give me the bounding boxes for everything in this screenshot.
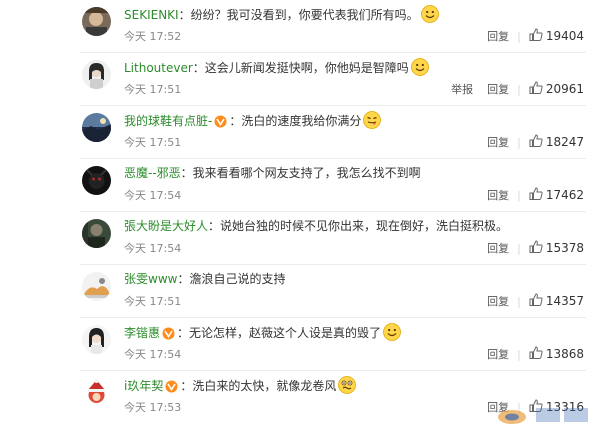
comment-body: ：纷纷？我可没看到，你要代表我们所有吗。 [178,8,419,22]
thumbs-up-icon [529,187,543,203]
smile-emoji-icon [383,323,401,341]
separator: | [517,294,521,308]
comment-actions: 回复 | 18247 [473,134,584,150]
comment-time: 今天 17:51 [124,295,182,308]
comment-actions: 回复 | 17462 [473,187,584,203]
comment-body: ：说她台独的时候不见你出来，现在倒好，洗白挺积极。 [208,219,509,233]
thumbs-up-icon [529,346,543,362]
like-button[interactable]: 13868 [529,346,584,362]
vip-badge-icon [164,380,179,398]
tongue-emoji-icon [363,111,382,129]
username-link[interactable]: 張大盼是大好人 [124,219,208,233]
like-button[interactable]: 20961 [529,81,584,97]
comment-item: 张雯www：澹浪自己说的支持 今天 17:51 回复 | 14357 [0,265,596,318]
comment-text: 恶魔--邪恶：我来看看哪个网友支持了，我怎么找不到啊 [124,164,421,182]
like-count: 20961 [545,82,584,96]
comment-actions: 回复 | 14357 [473,293,584,309]
comment-actions: 举报 回复 | 20961 [437,81,584,97]
thumbs-up-icon [529,293,543,309]
like-count: 17462 [545,188,584,202]
comment-actions: 回复 | 15378 [473,240,584,256]
reply-button[interactable]: 回复 [487,240,509,256]
reply-button[interactable]: 回复 [487,346,509,362]
like-count: 13868 [545,347,584,361]
username-link[interactable]: 张雯www [124,272,177,286]
comment-body: ：洗白来的太快，就像龙卷风 [180,379,337,393]
comment-item: SEKIENKI：纷纷？我可没看到，你要代表我们所有吗。 今天 17:52 回复… [0,0,596,53]
thumbs-up-icon [529,28,543,44]
reply-button[interactable]: 回复 [487,28,509,44]
smile-emoji-icon [420,5,439,23]
avatar[interactable] [82,166,111,195]
comment-time: 今天 17:51 [124,136,182,149]
avatar[interactable] [82,378,111,407]
avatar[interactable] [82,325,111,354]
like-count: 19404 [545,29,584,43]
comment-item: 恶魔--邪恶：我来看看哪个网友支持了，我怎么找不到啊 今天 17:54 回复 |… [0,159,596,212]
separator: | [517,241,521,255]
like-count: 18247 [545,135,584,149]
vip-badge-icon [161,327,176,345]
like-button[interactable]: 15378 [529,240,584,256]
comment-text: i玖年契 ：洗白来的太快，就像龙卷风 [124,376,357,398]
comment-item: 李锴惠 ：无论怎样，赵薇这个人设是真的毁了 今天 17:54 回复 | 13868 [0,318,596,371]
comment-time: 今天 17:54 [124,348,182,361]
comment-time: 今天 17:54 [124,189,182,202]
avatar[interactable] [82,7,111,36]
like-count: 15378 [545,241,584,255]
separator: | [517,82,521,96]
comment-item: 我的球鞋有点脏- ：洗白的速度我给你满分 今天 17:51 回复 | 18247 [0,106,596,159]
comment-body: ：澹浪自己说的支持 [177,272,286,286]
comment-item: 張大盼是大好人：说她台独的时候不见你出来，现在倒好，洗白挺积极。 今天 17:5… [0,212,596,265]
report-button[interactable]: 举报 [451,81,473,97]
avatar[interactable] [82,113,111,142]
thumbs-up-icon [529,81,543,97]
comment-actions: 回复 | 13868 [473,346,584,362]
comment-text: 我的球鞋有点脏- ：洗白的速度我给你满分 [124,111,382,133]
thumbs-up-icon [529,240,543,256]
watermark-logo-icon [496,400,596,426]
like-count: 14357 [545,294,584,308]
reply-button[interactable]: 回复 [487,187,509,203]
comment-text: 李锴惠 ：无论怎样，赵薇这个人设是真的毁了 [124,323,401,345]
like-button[interactable]: 14357 [529,293,584,309]
separator: | [517,188,521,202]
avatar[interactable] [82,219,111,248]
reply-button[interactable]: 回复 [487,293,509,309]
comment-time: 今天 17:52 [124,30,182,43]
comment-body: ：这会儿新闻发挺快啊，你他妈是智障吗 [192,61,409,75]
vip-badge-icon [213,115,228,133]
comment-time: 今天 17:53 [124,401,182,414]
separator: | [517,135,521,149]
username-link[interactable]: 恶魔--邪恶 [124,166,181,180]
username-link[interactable]: 李锴惠 [124,326,160,340]
crazy-emoji-icon [338,376,357,394]
like-button[interactable]: 17462 [529,187,584,203]
comment-time: 今天 17:51 [124,83,182,96]
reply-button[interactable]: 回复 [487,134,509,150]
comment-body: ：洗白的速度我给你满分 [229,114,362,128]
reply-button[interactable]: 回复 [487,81,509,97]
comment-body: ：无论怎样，赵薇这个人设是真的毁了 [177,326,382,340]
avatar[interactable] [82,272,111,301]
comment-item: Lithoutever：这会儿新闻发挺快啊，你他妈是智障吗 今天 17:51 举… [0,53,596,106]
comment-time: 今天 17:54 [124,242,182,255]
like-button[interactable]: 19404 [529,28,584,44]
comment-text: Lithoutever：这会儿新闻发挺快啊，你他妈是智障吗 [124,58,429,77]
separator: | [517,347,521,361]
comment-actions: 回复 | 19404 [473,28,584,44]
like-button[interactable]: 18247 [529,134,584,150]
avatar[interactable] [82,60,111,89]
username-link[interactable]: Lithoutever [124,61,193,75]
smile-emoji-icon [410,58,429,76]
username-link[interactable]: 我的球鞋有点脏- [124,114,212,128]
thumbs-up-icon [529,134,543,150]
separator: | [517,29,521,43]
comment-text: SEKIENKI：纷纷？我可没看到，你要代表我们所有吗。 [124,5,439,24]
comment-text: 张雯www：澹浪自己说的支持 [124,270,285,288]
comment-body: ：我来看看哪个网友支持了，我怎么找不到啊 [180,166,421,180]
username-link[interactable]: SEKIENKI [124,8,179,22]
username-link[interactable]: i玖年契 [124,379,163,393]
comment-text: 張大盼是大好人：说她台独的时候不见你出来，现在倒好，洗白挺积极。 [124,217,508,235]
